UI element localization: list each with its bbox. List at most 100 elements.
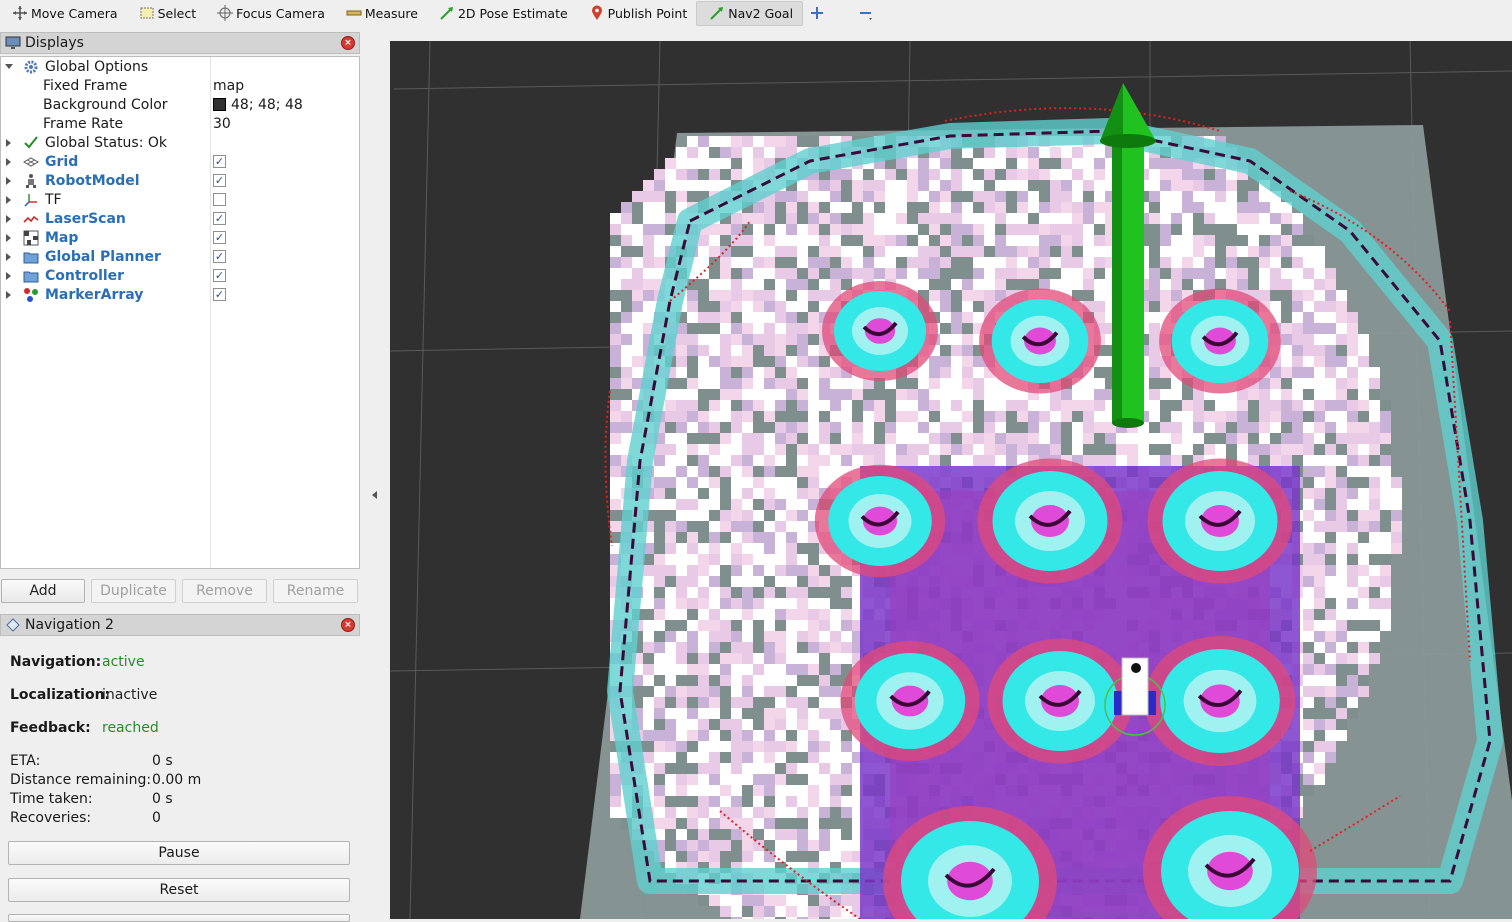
tree-item-global-planner[interactable]: Global Planner ✓	[1, 247, 359, 266]
expand-icon[interactable]	[5, 64, 13, 69]
tree-item-markerarray[interactable]: MarkerArray ✓	[1, 285, 359, 304]
status-value: active	[102, 654, 145, 670]
focus-camera-tool[interactable]: Focus Camera	[205, 0, 334, 26]
feedback-status: Feedback: reached	[10, 720, 159, 736]
localization-status: Localization: inactive	[10, 687, 157, 703]
remove-tool-button[interactable]	[852, 0, 883, 26]
markerarray-checkbox[interactable]: ✓	[213, 288, 226, 301]
expand-icon[interactable]	[6, 215, 11, 223]
color-text: 48; 48; 48	[231, 96, 303, 113]
tool-label: Publish Point	[607, 5, 688, 21]
distance-row: Distance remaining: 0.00 m	[10, 772, 201, 788]
tree-item-global-options[interactable]: Global Options	[1, 57, 359, 76]
scene-canvas[interactable]	[390, 41, 1512, 919]
tree-item-global-status[interactable]: Global Status: Ok	[1, 133, 359, 152]
tree-item-controller[interactable]: Controller ✓	[1, 266, 359, 285]
controller-checkbox[interactable]: ✓	[213, 269, 226, 282]
duplicate-button[interactable]: Duplicate	[91, 579, 176, 603]
grid-checkbox[interactable]: ✓	[213, 155, 226, 168]
recoveries-row: Recoveries: 0	[10, 810, 161, 826]
time-row: Time taken: 0 s	[10, 791, 173, 807]
minus-icon	[858, 5, 874, 21]
tool-label: Focus Camera	[236, 5, 325, 21]
expand-icon[interactable]	[6, 253, 11, 261]
tree-item-robotmodel[interactable]: RobotModel ✓	[1, 171, 359, 190]
time-value: 0 s	[152, 791, 173, 807]
tree-item-label: RobotModel	[45, 172, 140, 189]
fixed-frame-row[interactable]: Fixed Frame map	[1, 76, 359, 95]
tree-item-label: Map	[45, 229, 79, 246]
expand-icon[interactable]	[6, 158, 11, 166]
pose-estimate-icon	[439, 5, 455, 21]
pose-estimate-tool[interactable]: 2D Pose Estimate	[427, 0, 577, 26]
robot-icon	[23, 173, 39, 189]
tool-label: Measure	[364, 5, 418, 21]
add-button[interactable]: Add	[1, 579, 85, 603]
tree-item-label: Global Planner	[45, 248, 161, 265]
close-icon[interactable]: ×	[341, 36, 355, 50]
laserscan-checkbox[interactable]: ✓	[213, 212, 226, 225]
fixed-frame-value[interactable]: map	[213, 78, 244, 94]
tree-item-map[interactable]: Map ✓	[1, 228, 359, 247]
select-tool[interactable]: Select	[127, 0, 206, 26]
remove-button[interactable]: Remove	[182, 579, 267, 603]
recoveries-value: 0	[152, 810, 161, 826]
move-camera-tool[interactable]: Move Camera	[0, 0, 127, 26]
monitor-icon	[5, 35, 21, 51]
checkmark-icon	[23, 135, 39, 151]
expand-icon[interactable]	[6, 234, 11, 242]
displays-button-row: Add Duplicate Remove Rename	[0, 579, 362, 605]
distance-value: 0.00 m	[152, 772, 202, 788]
grid-icon	[22, 154, 40, 170]
distance-label: Distance remaining:	[10, 772, 152, 788]
next-button[interactable]	[8, 914, 350, 922]
tree-item-grid[interactable]: Grid ✓	[1, 152, 359, 171]
eta-label: ETA:	[10, 753, 41, 769]
map-checkbox[interactable]: ✓	[213, 231, 226, 244]
tree-item-label: Global Status: Ok	[45, 134, 168, 151]
frame-rate-value[interactable]: 30	[213, 116, 231, 132]
main-toolbar: Move Camera Select Focus Camera Measure …	[0, 0, 1512, 26]
property-label: Frame Rate	[43, 115, 124, 132]
frame-rate-row[interactable]: Frame Rate 30	[1, 114, 359, 133]
robotmodel-checkbox[interactable]: ✓	[213, 174, 226, 187]
eta-value: 0 s	[152, 753, 173, 769]
measure-icon	[346, 5, 362, 21]
reset-button[interactable]: Reset	[8, 878, 350, 902]
close-icon[interactable]: ×	[341, 618, 355, 632]
map-icon	[23, 230, 39, 246]
collapse-icon[interactable]	[372, 491, 377, 499]
tree-item-laserscan[interactable]: LaserScan ✓	[1, 209, 359, 228]
add-tool-button[interactable]	[803, 0, 834, 26]
displays-tree: Global Options Fixed Frame map Backgroun…	[0, 56, 360, 569]
navigation-panel-header: Navigation 2 ×	[0, 614, 360, 636]
displays-title: Displays	[25, 35, 84, 51]
pause-button[interactable]: Pause	[8, 841, 350, 865]
background-color-row[interactable]: Background Color 48; 48; 48	[1, 95, 359, 114]
expand-icon[interactable]	[6, 291, 11, 299]
measure-tool[interactable]: Measure	[334, 0, 427, 26]
plus-icon	[809, 5, 825, 21]
gear-icon	[23, 59, 39, 75]
expand-icon[interactable]	[6, 177, 11, 185]
publish-point-tool[interactable]: Publish Point	[577, 0, 697, 26]
eta-row: ETA: 0 s	[10, 753, 173, 769]
render-viewport[interactable]	[390, 41, 1512, 919]
move-camera-icon	[12, 5, 28, 21]
background-color-value[interactable]: 48; 48; 48	[213, 97, 303, 113]
global-planner-checkbox[interactable]: ✓	[213, 250, 226, 263]
tree-item-tf[interactable]: TF	[1, 190, 359, 209]
expand-icon[interactable]	[6, 272, 11, 280]
expand-icon[interactable]	[6, 139, 11, 147]
tool-label: Nav2 Goal	[728, 5, 794, 21]
nav2-goal-tool[interactable]: Nav2 Goal	[696, 0, 804, 26]
expand-icon[interactable]	[6, 196, 11, 204]
tf-checkbox[interactable]	[213, 193, 226, 206]
tree-item-label: Controller	[45, 267, 125, 284]
tool-label: 2D Pose Estimate	[457, 5, 568, 21]
rename-button[interactable]: Rename	[273, 579, 358, 603]
navigation-status: Navigation: active	[10, 654, 145, 670]
dock-splitter[interactable]	[362, 26, 390, 919]
costmap	[580, 118, 1512, 919]
recoveries-label: Recoveries:	[10, 810, 92, 826]
